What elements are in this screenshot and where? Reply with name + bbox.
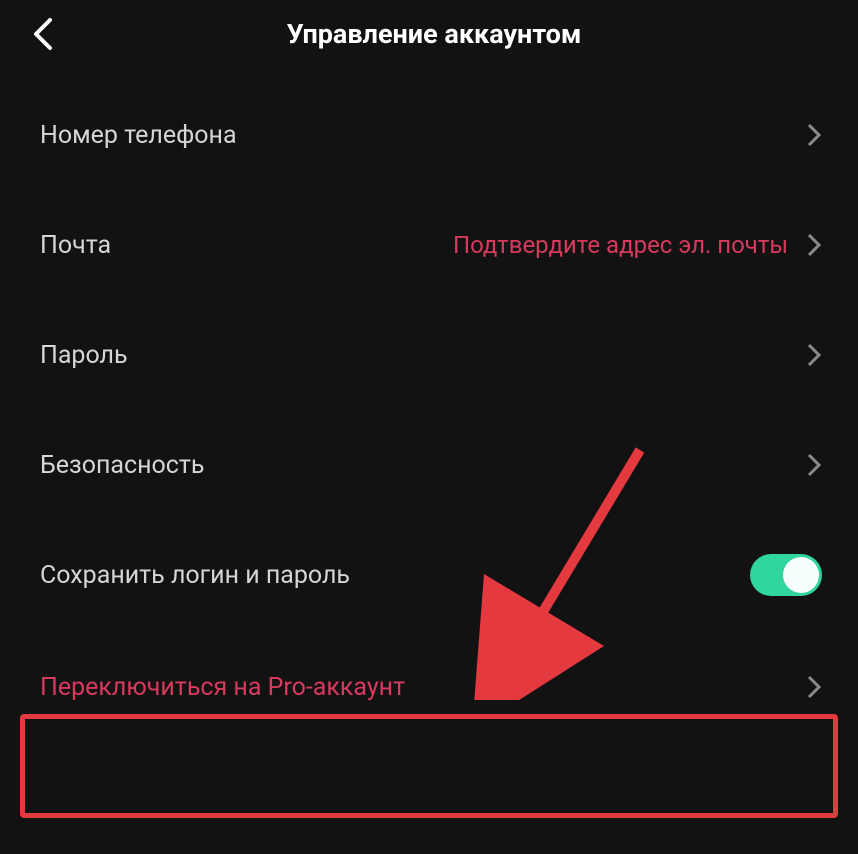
chevron-right-icon (806, 232, 822, 258)
back-button[interactable] (30, 16, 58, 56)
row-email-label: Почта (40, 231, 111, 260)
row-password[interactable]: Пароль (0, 300, 858, 410)
toggle-knob (783, 557, 819, 593)
row-pro-account[interactable]: Переключиться на Pro-аккаунт (0, 630, 858, 740)
chevron-right-icon (806, 674, 822, 700)
chevron-left-icon (30, 16, 58, 52)
page-title: Управление аккаунтом (30, 18, 838, 50)
row-password-label: Пароль (40, 341, 128, 370)
chevron-right-icon (806, 452, 822, 478)
row-phone-label: Номер телефона (40, 121, 237, 150)
row-security-label: Безопасность (40, 451, 204, 480)
save-login-toggle[interactable] (750, 554, 822, 596)
row-pro-account-label: Переключиться на Pro-аккаунт (40, 673, 405, 702)
chevron-right-icon (806, 122, 822, 148)
row-email[interactable]: Почта Подтвердите адрес эл. почты (0, 190, 858, 300)
chevron-right-icon (806, 342, 822, 368)
row-save-login[interactable]: Сохранить логин и пароль (0, 520, 858, 630)
settings-list: Номер телефона Почта Подтвердите адрес э… (0, 80, 858, 740)
row-phone[interactable]: Номер телефона (0, 80, 858, 190)
header: Управление аккаунтом (0, 0, 858, 80)
row-save-login-label: Сохранить логин и пароль (40, 561, 350, 590)
row-security[interactable]: Безопасность (0, 410, 858, 520)
row-email-value: Подтвердите адрес эл. почты (453, 231, 788, 259)
